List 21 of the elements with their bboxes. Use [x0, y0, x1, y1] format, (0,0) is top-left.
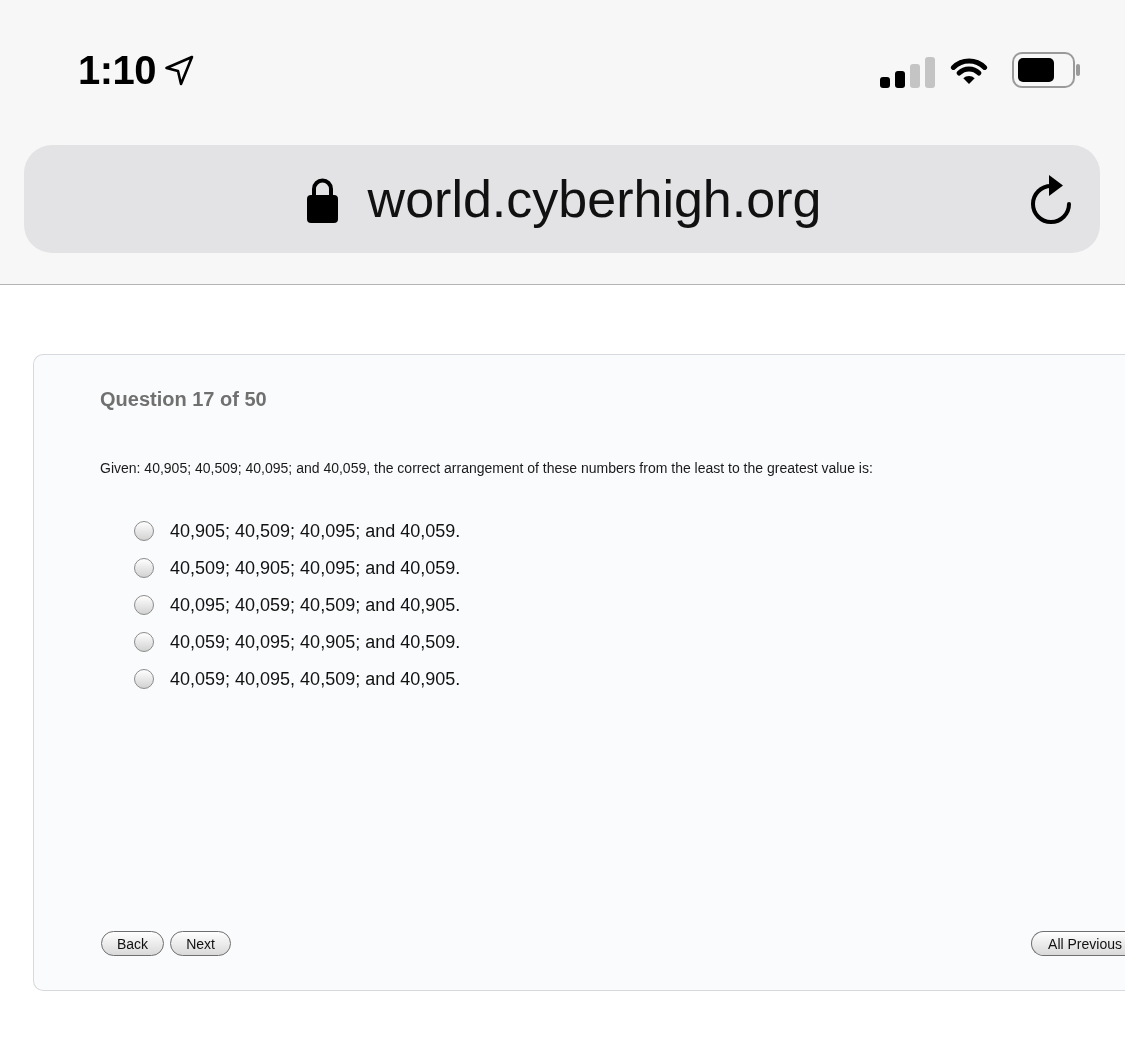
- back-button[interactable]: Back: [101, 931, 165, 956]
- battery-icon: [1012, 52, 1080, 88]
- address-bar[interactable]: world.cyberhigh.org: [24, 145, 1100, 253]
- radio-button[interactable]: [134, 594, 154, 615]
- location-arrow-icon: [164, 54, 195, 86]
- radio-button[interactable]: [134, 557, 154, 578]
- answer-option-text[interactable]: 40,095; 40,059; 40,509; and 40,905.: [170, 592, 461, 617]
- next-button[interactable]: Next: [170, 931, 231, 956]
- signal-icon: [880, 56, 935, 88]
- radio-button[interactable]: [134, 631, 154, 652]
- answer-option-text[interactable]: 40,509; 40,905; 40,095; and 40,059.: [170, 555, 461, 580]
- status-time: 1:10: [78, 50, 157, 90]
- radio-button[interactable]: [134, 668, 154, 689]
- all-previous-button[interactable]: All Previous: [1031, 931, 1125, 956]
- question-number: Question 17 of 50: [100, 387, 268, 412]
- answer-option-text[interactable]: 40,905; 40,509; 40,095; and 40,059.: [170, 518, 461, 543]
- answer-option-text[interactable]: 40,059; 40,095; 40,905; and 40,509.: [170, 629, 461, 654]
- wifi-icon: [950, 56, 988, 86]
- question-text: Given: 40,905; 40,509; 40,095; and 40,059, the correct arrangement of these numbers from the least to the greatest value is:: [100, 459, 874, 478]
- radio-button[interactable]: [134, 520, 154, 541]
- answer-option-text[interactable]: 40,059; 40,095, 40,509; and 40,905.: [170, 666, 461, 691]
